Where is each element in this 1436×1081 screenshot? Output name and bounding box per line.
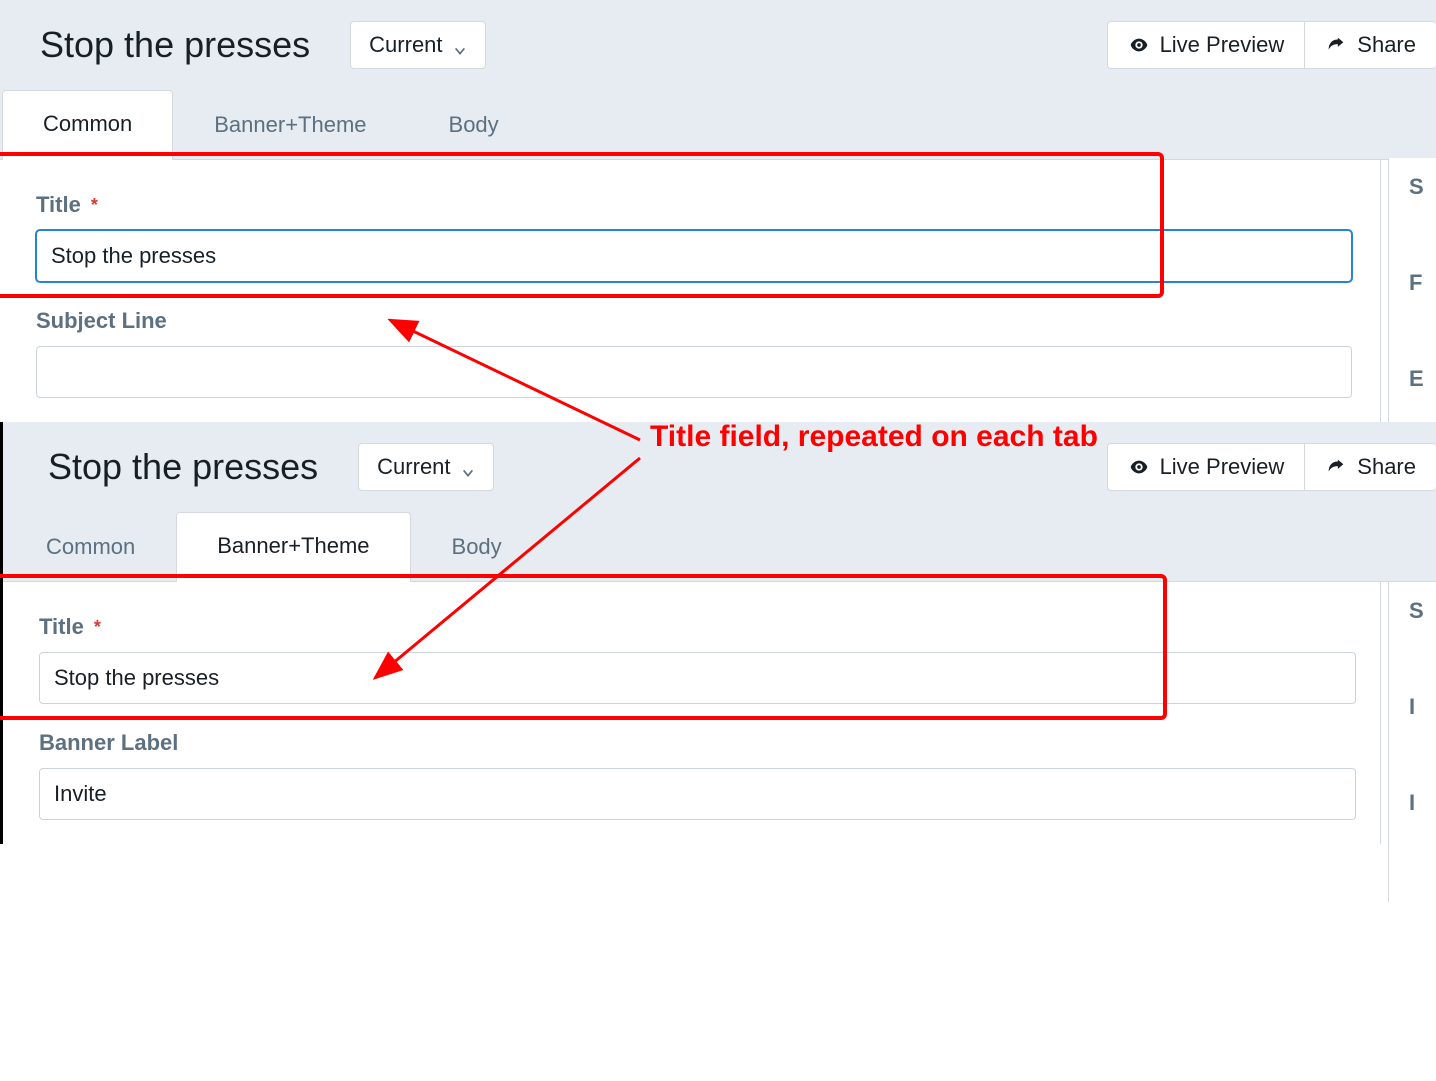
live-preview-button[interactable]: Live Preview (1107, 21, 1306, 69)
tab-row: Common Banner+Theme Body (0, 90, 1436, 160)
live-preview-label: Live Preview (1160, 454, 1285, 480)
banner-label-label: Banner Label (39, 730, 1356, 756)
banner-label-input[interactable] (39, 768, 1356, 820)
tab-body[interactable]: Body (411, 513, 543, 582)
chevron-down-icon (453, 38, 467, 52)
title-label: Title * (39, 614, 1356, 640)
right-sidebar-clip: S I I (1388, 582, 1436, 902)
form-area-common: Title * Subject Line (0, 160, 1381, 422)
title-input[interactable] (36, 230, 1352, 282)
live-preview-label: Live Preview (1160, 32, 1285, 58)
field-group-title: Title * (39, 614, 1356, 704)
required-asterisk-icon: * (94, 617, 101, 638)
subject-line-label: Subject Line (36, 308, 1352, 334)
subject-line-input[interactable] (36, 346, 1352, 398)
tab-banner-theme[interactable]: Banner+Theme (173, 91, 407, 160)
title-label: Title * (36, 192, 1352, 218)
share-label: Share (1357, 454, 1416, 480)
eye-icon (1128, 34, 1150, 56)
tab-common[interactable]: Common (2, 90, 173, 160)
version-dropdown-label: Current (369, 32, 442, 58)
tab-row: Common Banner+Theme Body (3, 512, 1436, 582)
tab-body[interactable]: Body (408, 91, 540, 160)
version-dropdown[interactable]: Current (350, 21, 485, 69)
editor-header: Stop the presses Current Live Preview Sh… (3, 422, 1436, 512)
title-input[interactable] (39, 652, 1356, 704)
field-group-title: Title * (36, 192, 1352, 282)
share-icon (1325, 34, 1347, 56)
page-title: Stop the presses (48, 446, 318, 488)
form-area-banner-theme: Title * Banner Label (3, 582, 1381, 844)
share-label: Share (1357, 32, 1416, 58)
live-preview-button[interactable]: Live Preview (1107, 443, 1306, 491)
eye-icon (1128, 456, 1150, 478)
required-asterisk-icon: * (91, 195, 98, 216)
header-actions: Live Preview Share (1107, 21, 1436, 69)
panel-banner-theme-tab: Stop the presses Current Live Preview Sh… (0, 422, 1436, 844)
version-dropdown-label: Current (377, 454, 450, 480)
chevron-down-icon (461, 460, 475, 474)
share-button[interactable]: Share (1305, 443, 1436, 491)
share-icon (1325, 456, 1347, 478)
tab-banner-theme[interactable]: Banner+Theme (176, 512, 410, 582)
version-dropdown[interactable]: Current (358, 443, 493, 491)
share-button[interactable]: Share (1305, 21, 1436, 69)
editor-header: Stop the presses Current Live Preview Sh… (0, 0, 1436, 90)
page-title: Stop the presses (40, 24, 310, 66)
header-actions: Live Preview Share (1107, 443, 1436, 491)
tab-common[interactable]: Common (5, 513, 176, 582)
field-group-banner-label: Banner Label (39, 730, 1356, 820)
panel-common-tab: Stop the presses Current Live Preview Sh… (0, 0, 1436, 422)
field-group-subject: Subject Line (36, 308, 1352, 398)
